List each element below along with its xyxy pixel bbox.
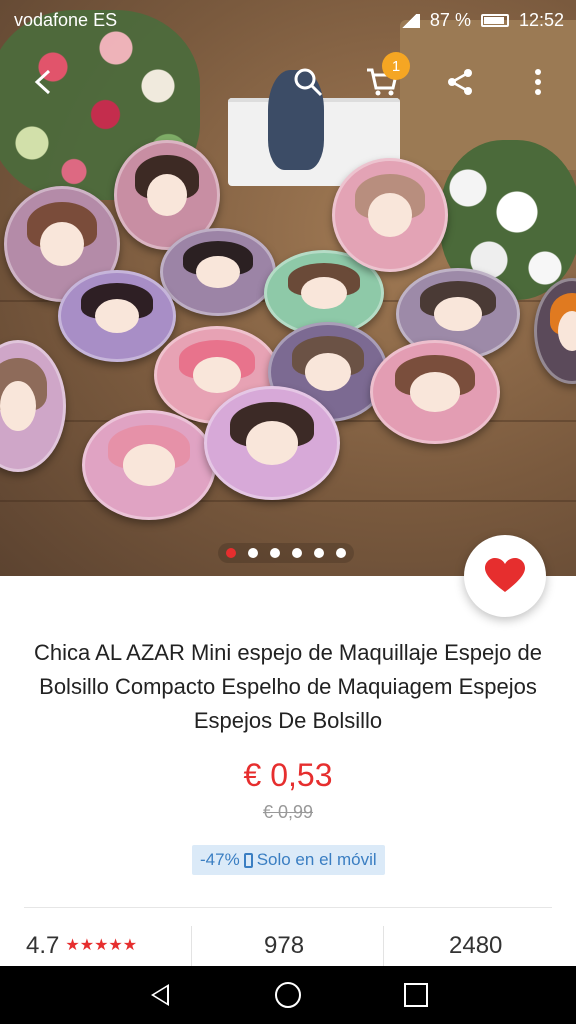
mobile-phone-icon bbox=[243, 852, 253, 868]
system-nav-bar bbox=[0, 966, 576, 1024]
original-price: € 0,99 bbox=[262, 802, 314, 822]
cart-count-badge: 1 bbox=[382, 52, 410, 80]
current-price: € 0,53 bbox=[243, 757, 333, 793]
search-button[interactable] bbox=[284, 58, 332, 106]
system-recents-button[interactable] bbox=[376, 966, 456, 1024]
square-recents-icon bbox=[404, 983, 428, 1007]
system-back-button[interactable] bbox=[120, 966, 200, 1024]
pagination-dot[interactable] bbox=[226, 548, 236, 558]
battery-percent: 87 % bbox=[429, 10, 471, 30]
back-button[interactable] bbox=[20, 58, 68, 106]
status-bar: vodafone ES 87 % 12:52 bbox=[0, 0, 576, 40]
divider bbox=[24, 907, 552, 908]
pagination-dot[interactable] bbox=[314, 548, 324, 558]
mirror bbox=[160, 228, 276, 316]
mirror bbox=[332, 158, 448, 272]
mirror bbox=[0, 340, 66, 472]
gallery-pagination[interactable] bbox=[218, 543, 354, 563]
status-icons: 87 % 12:52 bbox=[397, 10, 564, 31]
more-button[interactable] bbox=[514, 58, 562, 106]
wishlist-button[interactable] bbox=[464, 535, 546, 617]
signal-icon bbox=[397, 13, 420, 28]
mobile-only-label: Solo en el móvil bbox=[256, 850, 377, 869]
pagination-dot[interactable] bbox=[270, 548, 280, 558]
share-button[interactable] bbox=[436, 58, 484, 106]
heart-icon bbox=[485, 558, 525, 592]
mirror bbox=[370, 340, 500, 444]
system-home-button[interactable] bbox=[248, 966, 328, 1024]
rating-value: 4.7 bbox=[26, 932, 60, 959]
more-vert-icon bbox=[535, 69, 541, 95]
discount-percent: -47% bbox=[200, 850, 240, 869]
mirror bbox=[58, 270, 176, 362]
search-icon bbox=[294, 68, 323, 97]
share-icon bbox=[448, 69, 472, 95]
rating-stat[interactable]: 4.7 ★★★★★ bbox=[26, 932, 137, 960]
mobile-discount-badge: -47% Solo en el móvil bbox=[192, 845, 385, 875]
wood-grain bbox=[0, 500, 576, 502]
orders-count[interactable]: 2480 bbox=[449, 932, 502, 960]
circle-home-icon bbox=[275, 982, 301, 1008]
battery-icon bbox=[480, 14, 509, 27]
mirror bbox=[82, 410, 216, 520]
reviews-count[interactable]: 978 bbox=[264, 932, 304, 960]
product-title: Chica AL AZAR Mini espejo de Maquillaje … bbox=[34, 640, 542, 733]
pagination-dot[interactable] bbox=[336, 548, 346, 558]
pagination-dot[interactable] bbox=[248, 548, 258, 558]
pagination-dot[interactable] bbox=[292, 548, 302, 558]
clock: 12:52 bbox=[518, 10, 564, 30]
mirror bbox=[204, 386, 340, 500]
triangle-back-icon bbox=[151, 984, 169, 1006]
product-stats: 4.7 ★★★★★ 978 2480 bbox=[0, 926, 576, 966]
stat-separator bbox=[383, 926, 384, 966]
arrow-left-icon bbox=[34, 69, 51, 95]
carrier-label: vodafone ES bbox=[14, 10, 118, 30]
stat-separator bbox=[191, 926, 192, 966]
star-rating-icon: ★★★★★ bbox=[65, 937, 138, 954]
